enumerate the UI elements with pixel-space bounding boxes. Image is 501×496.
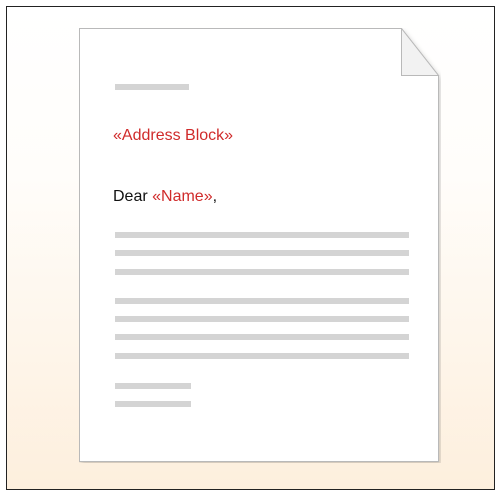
placeholder-line: [115, 316, 409, 322]
placeholder-line: [115, 269, 409, 275]
salutation-comma: ,: [212, 188, 218, 205]
salutation-text: Dear: [113, 188, 153, 205]
placeholder-line: [115, 401, 191, 407]
salutation-line: Dear «Name»,: [113, 188, 217, 206]
placeholder-line: [115, 298, 409, 304]
name-merge-field: «Name»: [152, 188, 213, 205]
address-block-merge-field: «Address Block»: [113, 127, 234, 144]
placeholder-line: [115, 383, 191, 389]
placeholder-line: [115, 84, 189, 90]
placeholder-line: [115, 353, 409, 359]
letter-document-preview: «Address Block» Dear «Name»,: [79, 28, 441, 463]
placeholder-line: [115, 250, 409, 256]
preview-panel: «Address Block» Dear «Name»,: [6, 6, 495, 490]
placeholder-line: [115, 334, 409, 340]
placeholder-line: [115, 232, 409, 238]
